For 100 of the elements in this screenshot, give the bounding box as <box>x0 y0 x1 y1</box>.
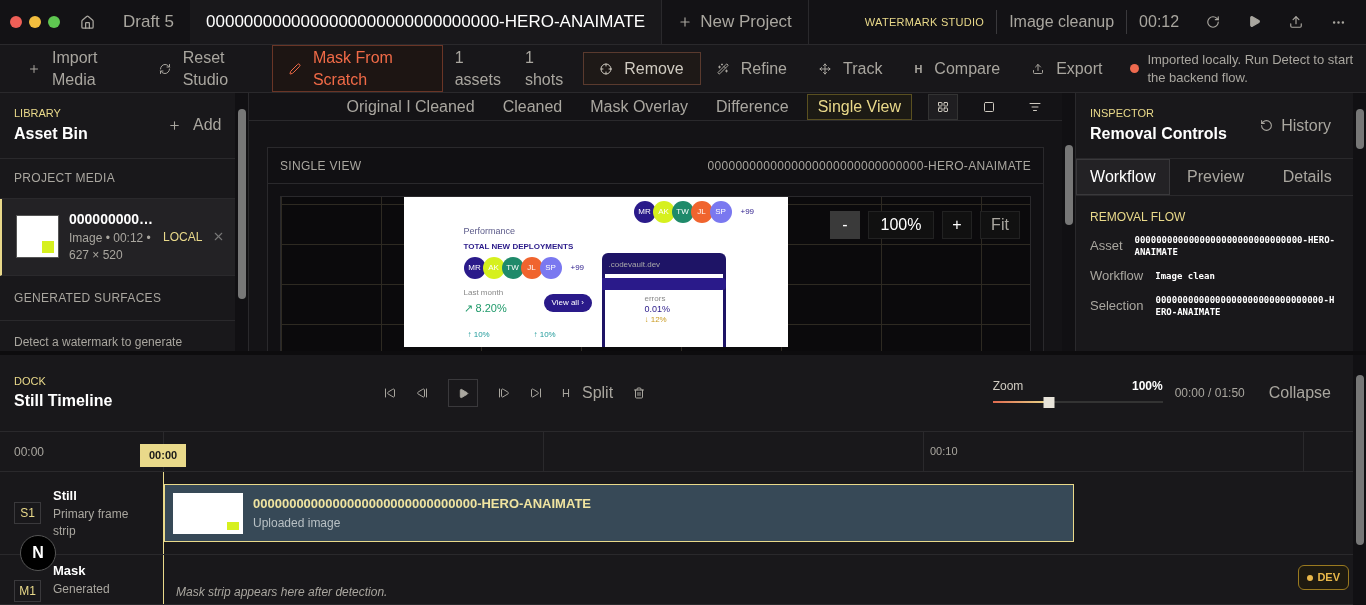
track-description: Generated <box>53 580 110 598</box>
h-icon: H <box>562 384 570 402</box>
field-label: Selection <box>1090 296 1144 315</box>
crosshair-icon <box>600 62 613 75</box>
zoom-in-button[interactable]: + <box>942 211 972 239</box>
dev-badge[interactable]: DEV <box>1298 565 1349 590</box>
avatar: SP <box>709 201 732 223</box>
mode-label: Image cleanup <box>996 10 1115 34</box>
stat-value: 0.01% <box>643 304 672 315</box>
collapse-button[interactable]: Collapse <box>1268 381 1331 405</box>
playhead-label: 00:00 <box>140 444 187 467</box>
view-tab[interactable]: Mask Overlay <box>580 93 699 120</box>
stat-delta: ↓ 12% <box>643 315 668 325</box>
timeline-clip[interactable]: 0000000000000000000000000000000-HERO-ANAIMATE Uploaded image <box>164 484 1074 542</box>
toolbar-button[interactable]: Export <box>1016 52 1119 85</box>
toolbar-button[interactable]: Import Media <box>12 45 143 92</box>
history-icon <box>1260 119 1274 132</box>
h-icon: H <box>914 57 923 80</box>
field-value: 0000000000000000000000000000000-HERO-ANAIMATE <box>1155 293 1336 318</box>
toolbar-button[interactable]: Reset Studio <box>142 45 272 92</box>
field-value: Image clean <box>1155 269 1216 282</box>
section-eyebrow: DOCK <box>14 373 47 389</box>
media-item[interactable]: 000000000… Image • 00:12 • 627 × 520 LOCAL <box>0 198 236 277</box>
zoom-out-button[interactable]: - <box>830 211 860 239</box>
trash-icon[interactable] <box>633 387 646 399</box>
avatar: JL <box>520 257 543 279</box>
reload-icon[interactable] <box>1206 14 1220 29</box>
upload-icon <box>1032 62 1045 75</box>
filter-icon <box>1029 100 1041 113</box>
fit-button[interactable]: Fit <box>980 211 1020 239</box>
media-thumbnail <box>16 215 59 259</box>
status-message: Imported locally. Run Detect to start the backend flow. <box>1147 50 1355 87</box>
project-title[interactable]: 0000000000000000000000000000000-HERO-ANAIMATE <box>190 0 662 44</box>
local-label: LOCAL <box>163 228 203 246</box>
plus-icon <box>167 118 181 132</box>
new-project-button[interactable]: New Project <box>661 0 809 44</box>
avatar: TW <box>671 201 694 223</box>
inspector-tab[interactable]: Details <box>1261 159 1353 195</box>
panel-label: SINGLE VIEW <box>280 157 362 175</box>
hint-text: Detect a watermark to generate <box>13 334 184 351</box>
zoom-slider[interactable] <box>992 395 1163 409</box>
brand-label: WATERMARK STUDIO <box>864 14 985 30</box>
count-label: 1 assets <box>453 47 502 90</box>
grid-icon <box>937 100 949 113</box>
view-tab[interactable]: Difference <box>706 93 799 120</box>
panel-title: Asset Bin <box>14 123 88 144</box>
panel-title: Removal Controls <box>1090 123 1227 144</box>
scrollbar[interactable] <box>235 93 248 351</box>
split-button[interactable]: H Split <box>562 381 614 405</box>
avatar: AK <box>482 257 505 279</box>
clip-subtitle: Uploaded image <box>253 514 342 532</box>
view-tab[interactable]: Original I Cleaned <box>336 93 485 120</box>
preview-section: Performance <box>463 225 516 239</box>
play-icon[interactable] <box>1248 14 1261 28</box>
upload-icon[interactable] <box>1289 14 1303 29</box>
empty-track-message: Mask strip appears here after detection. <box>176 584 388 601</box>
panel-title: Still Timeline <box>14 391 114 412</box>
add-button[interactable]: Add <box>167 113 222 138</box>
delta-value: ↑ 10% <box>467 329 490 341</box>
view-tab[interactable]: Cleaned <box>492 93 573 120</box>
avatar: JL <box>690 201 713 223</box>
skip-back-icon[interactable] <box>384 387 396 399</box>
refresh-icon <box>158 62 171 75</box>
scrollbar[interactable] <box>1353 355 1366 605</box>
play-button[interactable] <box>448 379 478 407</box>
toolbar-button[interactable]: Track <box>803 52 899 85</box>
scrollbar[interactable] <box>1353 93 1366 351</box>
panel-title: 0000000000000000000000000000000-HERO-ANAIMATE <box>707 157 1031 175</box>
time-readout: 00:00 / 01:50 <box>1174 385 1245 402</box>
plus-icon <box>28 62 40 75</box>
clip-title: 0000000000000000000000000000000-HERO-ANAIMATE <box>253 495 591 514</box>
inspector-tab[interactable]: Workflow <box>1076 159 1170 195</box>
delta-value: ↑ 10% <box>533 329 556 341</box>
section-eyebrow: REMOVAL FLOW <box>1089 209 1187 226</box>
view-all-button[interactable]: View all › <box>543 294 592 312</box>
field-label: Workflow <box>1090 267 1144 285</box>
track-code: M1 <box>14 580 41 602</box>
count-label: 1 shots <box>523 47 565 90</box>
preview-heading: TOTAL NEW DEPLOYMENTS <box>463 241 574 253</box>
media-meta: Image • 00:12 • 627 × 520 <box>69 230 152 265</box>
layout-button[interactable] <box>928 93 958 120</box>
history-button[interactable]: History <box>1260 113 1331 138</box>
move-icon <box>819 62 831 75</box>
toolbar-button[interactable]: Refine <box>700 52 803 85</box>
clip-thumbnail <box>173 492 243 534</box>
skip-forward-icon[interactable] <box>530 387 542 399</box>
plus-icon <box>678 15 693 29</box>
inspector-tab[interactable]: Preview <box>1169 159 1262 195</box>
home-icon[interactable] <box>80 14 95 30</box>
stat-label: errors <box>643 294 667 304</box>
toolbar-button[interactable]: Remove <box>583 52 701 85</box>
avatar: TW <box>501 257 524 279</box>
view-tab[interactable]: Single View <box>806 93 912 120</box>
step-forward-icon[interactable] <box>498 387 510 399</box>
track-name: Still <box>53 487 78 506</box>
section-eyebrow: LIBRARY <box>14 106 62 122</box>
step-back-icon[interactable] <box>416 387 428 399</box>
field-value: 0000000000000000000000000000000-HERO-ANAIMATE <box>1134 234 1336 258</box>
toolbar-button[interactable]: H Compare <box>898 52 1017 85</box>
toolbar-button[interactable]: Mask From Scratch <box>271 45 443 92</box>
